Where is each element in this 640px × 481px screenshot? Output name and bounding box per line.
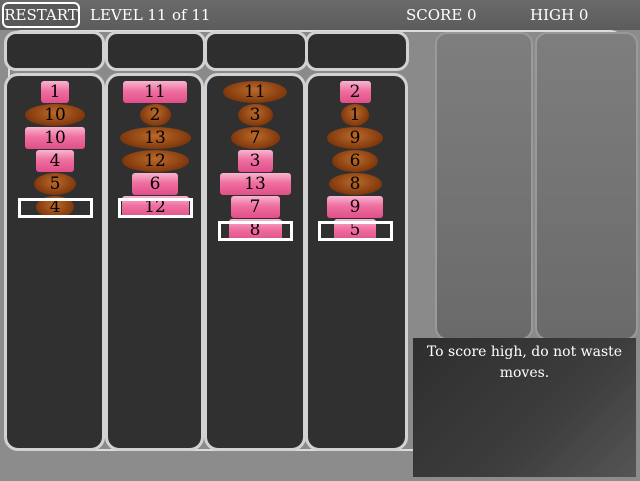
selection-box: [118, 198, 193, 218]
piece-brown: 6: [332, 150, 378, 172]
piece-brown: 13: [119, 127, 191, 149]
empty-column-1: [435, 32, 533, 340]
selection-box: [218, 221, 293, 241]
empty-column-2: [535, 32, 638, 340]
piece-brown: 9: [327, 127, 383, 149]
hold-slot-1[interactable]: [4, 31, 105, 71]
piece-pink: 7: [230, 196, 280, 218]
restart-button[interactable]: RESTART: [2, 2, 80, 28]
piece-brown: 10: [25, 104, 85, 126]
piece-brown: 12: [121, 150, 189, 172]
piece-pink: 4: [36, 150, 74, 172]
piece-brown: 8: [328, 173, 382, 195]
piece-pink: 2: [339, 81, 371, 103]
level-label: LEVEL 11: [90, 6, 167, 24]
piece-pink: 10: [25, 127, 85, 149]
high-score-label: HIGH 0: [530, 6, 589, 24]
selection-box: [318, 221, 393, 241]
hold-slot-3[interactable]: [204, 31, 308, 71]
score-label: SCORE 0: [406, 6, 477, 24]
piece-brown: 2: [139, 104, 171, 126]
piece-pink: 6: [132, 173, 178, 195]
hint-message: To score high, do not waste moves.: [413, 338, 636, 477]
piece-brown: 11: [223, 81, 287, 103]
piece-brown: 7: [230, 127, 280, 149]
piece-pink: 13: [219, 173, 291, 195]
level-total-label: of 11: [172, 6, 211, 24]
piece-pink: 3: [237, 150, 273, 172]
selection-box: [18, 198, 93, 218]
piece-pink: 9: [327, 196, 383, 218]
hold-slot-2[interactable]: [105, 31, 206, 71]
hold-slot-4[interactable]: [305, 31, 409, 71]
piece-brown: 1: [341, 104, 369, 126]
piece-pink: 1: [41, 81, 69, 103]
piece-brown: 5: [34, 173, 76, 195]
piece-brown: 3: [237, 104, 273, 126]
piece-pink: 11: [123, 81, 187, 103]
